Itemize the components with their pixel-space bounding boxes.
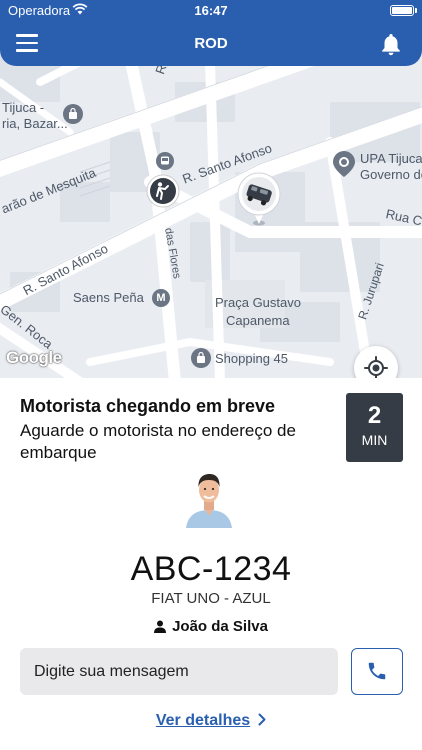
map-label-upa: UPA Tijuca: [360, 151, 422, 166]
map-label-praca: Praça Gustavo: [215, 295, 301, 310]
view-details-label: Ver detalhes: [155, 712, 251, 729]
battery-icon: [390, 5, 414, 16]
eta-unit: MIN: [361, 432, 388, 448]
trip-info-panel: Motorista chegando em breve Aguarde o mo…: [0, 378, 422, 750]
eta-badge: 2 MIN: [346, 393, 403, 462]
driver-name: João da Silva: [172, 618, 268, 635]
eta-value: 2: [367, 402, 382, 429]
map-label-shopping: Shopping 45: [215, 351, 289, 366]
map-label-capanema: Capanema: [226, 313, 290, 328]
person-icon: [154, 620, 167, 637]
vehicle-plate: ABC-1234: [130, 550, 292, 588]
map-attribution: Google: [6, 348, 62, 367]
chevron-right-icon: [258, 713, 266, 731]
clock-time: 16:47: [194, 3, 228, 18]
call-driver-button[interactable]: [351, 648, 403, 695]
map-label-saens-pena: Saens Peña: [73, 290, 144, 305]
app-header: ROD: [0, 22, 422, 66]
battery-tip: [415, 8, 417, 13]
map-label-bazar: ria, Bazar...: [2, 116, 68, 131]
page-title: ROD: [194, 35, 228, 52]
notifications-button[interactable]: [380, 32, 402, 56]
map-canvas: [0, 22, 422, 378]
bell-icon: [380, 34, 402, 60]
vehicle-model: FIAT UNO - AZUL: [151, 590, 271, 607]
driver-avatar: [184, 470, 234, 528]
metro-icon: M: [152, 289, 170, 307]
view-details-link[interactable]: Ver detalhes: [0, 712, 422, 731]
map-label-governo: Governo de: [360, 167, 422, 182]
map-view[interactable]: R. Tijuca - ria, Bazar... arão de Mesqui…: [0, 22, 422, 378]
status-bar: Operadora 16:47: [0, 0, 422, 22]
map-label-tijuca: Tijuca -: [2, 100, 45, 115]
driver-info: João da Silva: [0, 618, 422, 637]
trip-status-description: Aguarde o motorista no endereço de embar…: [20, 421, 296, 462]
phone-icon: [366, 660, 388, 685]
trip-status-title: Motorista chegando em breve: [20, 396, 276, 416]
message-input[interactable]: [20, 648, 338, 695]
